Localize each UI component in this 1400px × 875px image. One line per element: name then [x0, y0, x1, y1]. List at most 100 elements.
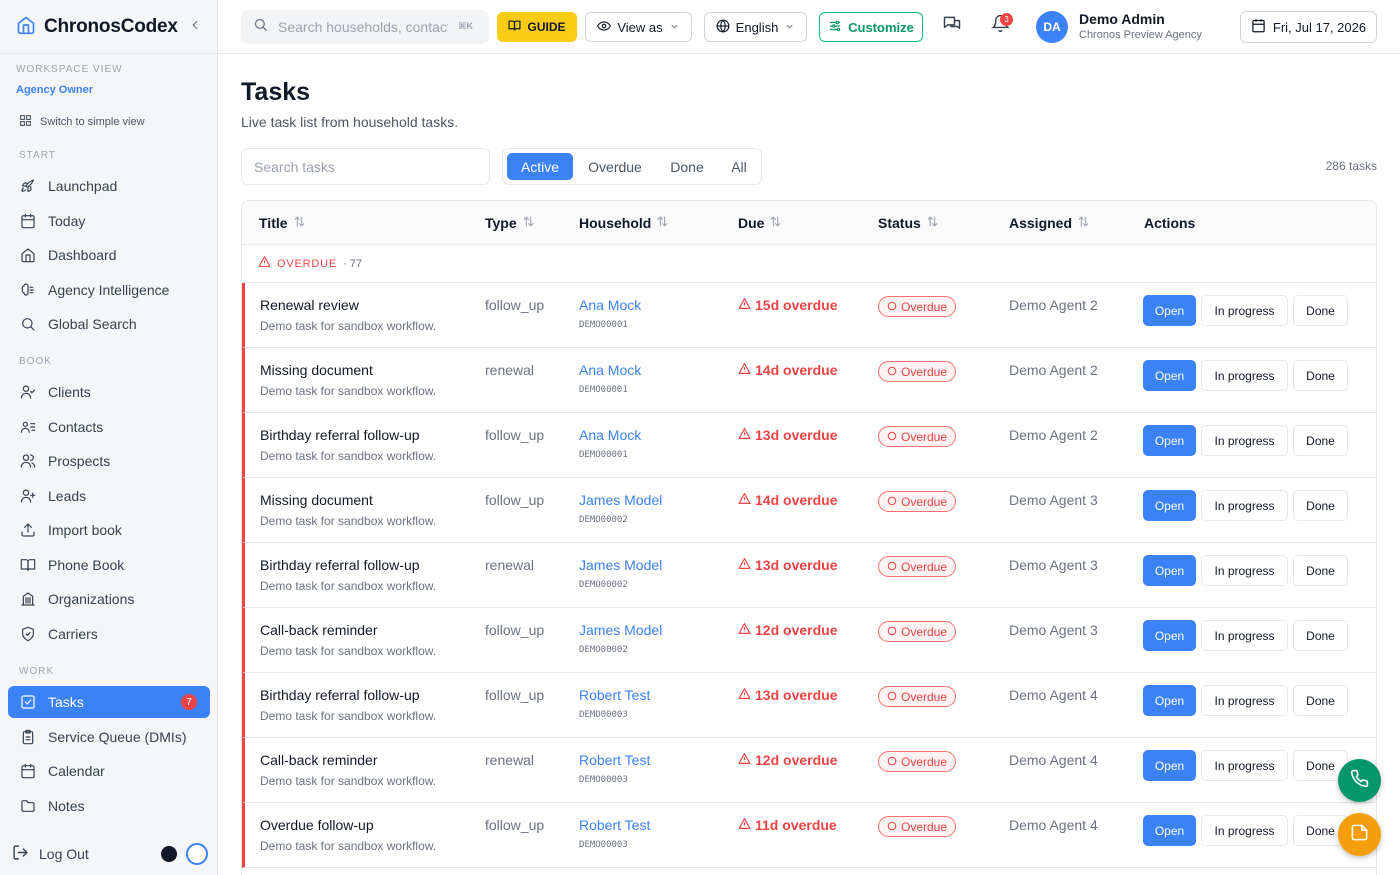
table-row[interactable]: Birthday referral follow-up Demo task for…: [242, 543, 1376, 608]
table-row[interactable]: Call-back reminder Demo task for sandbox …: [242, 738, 1376, 803]
sidebar-item-global-search[interactable]: Global Search: [8, 308, 210, 340]
sidebar-item-phone-book[interactable]: Phone Book: [8, 549, 210, 581]
task-search-input[interactable]: [254, 158, 474, 175]
filter-tab-active[interactable]: Active: [507, 153, 573, 180]
column-header-type[interactable]: Type: [485, 215, 535, 231]
household-link[interactable]: Robert Test: [579, 817, 650, 833]
switch-simple-view-button[interactable]: Switch to simple view: [19, 114, 145, 130]
sidebar-item-clients[interactable]: Clients: [8, 376, 210, 408]
in-progress-button[interactable]: In progress: [1201, 295, 1288, 326]
task-title[interactable]: Missing document: [260, 362, 373, 378]
done-button[interactable]: Done: [1293, 555, 1348, 586]
brand[interactable]: ChronosCodex: [16, 14, 178, 40]
sidebar-item-contacts[interactable]: Contacts: [8, 411, 210, 443]
open-button[interactable]: Open: [1143, 750, 1196, 781]
user-name[interactable]: Demo Admin: [1079, 11, 1165, 27]
column-header-status[interactable]: Status: [878, 215, 939, 231]
household-link[interactable]: James Model: [579, 557, 662, 573]
done-button[interactable]: Done: [1293, 620, 1348, 651]
open-button[interactable]: Open: [1143, 490, 1196, 521]
task-title[interactable]: Call-back reminder: [260, 622, 377, 638]
messages-button[interactable]: [941, 15, 963, 37]
view-as-dropdown[interactable]: View as: [585, 12, 692, 42]
in-progress-button[interactable]: In progress: [1201, 815, 1288, 846]
filter-tab-overdue[interactable]: Overdue: [577, 153, 653, 180]
sidebar-item-leads[interactable]: Leads: [8, 480, 210, 512]
done-button[interactable]: Done: [1293, 295, 1348, 326]
household-link[interactable]: Ana Mock: [579, 362, 641, 378]
collapse-sidebar-button[interactable]: [186, 18, 204, 36]
open-button[interactable]: Open: [1143, 620, 1196, 651]
table-row[interactable]: Birthday referral follow-up Demo task for…: [242, 413, 1376, 478]
task-title[interactable]: Birthday referral follow-up: [260, 557, 420, 573]
dark-theme-toggle[interactable]: [161, 846, 177, 862]
column-header-household[interactable]: Household: [579, 215, 669, 231]
in-progress-button[interactable]: In progress: [1201, 360, 1288, 391]
sidebar-item-tasks[interactable]: Tasks 7: [8, 686, 210, 718]
household-link[interactable]: James Model: [579, 622, 662, 638]
open-button[interactable]: Open: [1143, 815, 1196, 846]
global-search-input[interactable]: [278, 19, 448, 35]
done-button[interactable]: Done: [1293, 490, 1348, 521]
household-link[interactable]: Robert Test: [579, 687, 650, 703]
in-progress-button[interactable]: In progress: [1201, 685, 1288, 716]
column-header-assigned[interactable]: Assigned: [1009, 215, 1090, 231]
in-progress-button[interactable]: In progress: [1201, 490, 1288, 521]
column-header-title[interactable]: Title: [259, 215, 306, 231]
in-progress-button[interactable]: In progress: [1201, 555, 1288, 586]
household-link[interactable]: Ana Mock: [579, 427, 641, 443]
done-button[interactable]: Done: [1293, 360, 1348, 391]
sidebar-item-today[interactable]: Today: [8, 205, 210, 237]
sidebar-item-service-queue-dmis[interactable]: Service Queue (DMIs): [8, 721, 210, 753]
sidebar-item-agency-intelligence[interactable]: Agency Intelligence: [8, 274, 210, 306]
table-row[interactable]: Missing document Demo task for sandbox wo…: [242, 348, 1376, 413]
done-button[interactable]: Done: [1293, 685, 1348, 716]
sidebar-item-dashboard[interactable]: Dashboard: [8, 239, 210, 271]
workspace-role[interactable]: Agency Owner: [16, 84, 93, 96]
open-button[interactable]: Open: [1143, 360, 1196, 391]
household-link[interactable]: James Model: [579, 492, 662, 508]
household-link[interactable]: Ana Mock: [579, 297, 641, 313]
light-theme-toggle[interactable]: [186, 843, 208, 865]
task-title[interactable]: Birthday referral follow-up: [260, 687, 420, 703]
global-search[interactable]: ⌘K: [241, 10, 489, 44]
customize-button[interactable]: Customize: [819, 12, 923, 42]
sidebar-item-carriers[interactable]: Carriers: [8, 618, 210, 650]
phone-fab-button[interactable]: [1338, 759, 1381, 802]
in-progress-button[interactable]: In progress: [1201, 425, 1288, 456]
sidebar-item-organizations[interactable]: Organizations: [8, 583, 210, 615]
table-row[interactable]: Overdue follow-up Demo task for sandbox w…: [242, 803, 1376, 868]
open-button[interactable]: Open: [1143, 555, 1196, 586]
table-row[interactable]: Missing document Demo task for sandbox wo…: [242, 478, 1376, 543]
table-row[interactable]: Renewal review Demo task for sandbox work…: [242, 283, 1376, 348]
in-progress-button[interactable]: In progress: [1201, 620, 1288, 651]
sidebar-item-import-book[interactable]: Import book: [8, 514, 210, 546]
task-title[interactable]: Birthday referral follow-up: [260, 427, 420, 443]
sidebar-item-launchpad[interactable]: Launchpad: [8, 170, 210, 202]
sidebar-item-calendar[interactable]: Calendar: [8, 755, 210, 787]
table-row[interactable]: Birthday referral follow-up Demo task for…: [242, 673, 1376, 738]
task-title[interactable]: Missing document: [260, 492, 373, 508]
open-button[interactable]: Open: [1143, 295, 1196, 326]
avatar[interactable]: DA: [1036, 11, 1068, 43]
task-title[interactable]: Overdue follow-up: [260, 817, 374, 833]
task-search[interactable]: [241, 148, 490, 185]
table-row[interactable]: Call-back reminder Demo task for sandbox …: [242, 608, 1376, 673]
note-fab-button[interactable]: [1338, 813, 1381, 856]
language-dropdown[interactable]: English: [704, 12, 807, 42]
open-button[interactable]: Open: [1143, 425, 1196, 456]
done-button[interactable]: Done: [1293, 425, 1348, 456]
in-progress-button[interactable]: In progress: [1201, 750, 1288, 781]
sidebar-item-notes[interactable]: Notes: [8, 790, 210, 822]
column-header-due[interactable]: Due: [738, 215, 782, 231]
logout-button[interactable]: Log Out: [12, 844, 89, 864]
task-title[interactable]: Call-back reminder: [260, 752, 377, 768]
date-button[interactable]: Fri, Jul 17, 2026: [1240, 11, 1377, 43]
filter-tab-done[interactable]: Done: [659, 153, 715, 180]
open-button[interactable]: Open: [1143, 685, 1196, 716]
overdue-group-header[interactable]: OVERDUE · 77: [242, 245, 1376, 283]
sidebar-item-prospects[interactable]: Prospects: [8, 445, 210, 477]
filter-tab-all[interactable]: All: [721, 153, 757, 180]
task-title[interactable]: Renewal review: [260, 297, 359, 313]
guide-button[interactable]: GUIDE: [497, 12, 577, 42]
